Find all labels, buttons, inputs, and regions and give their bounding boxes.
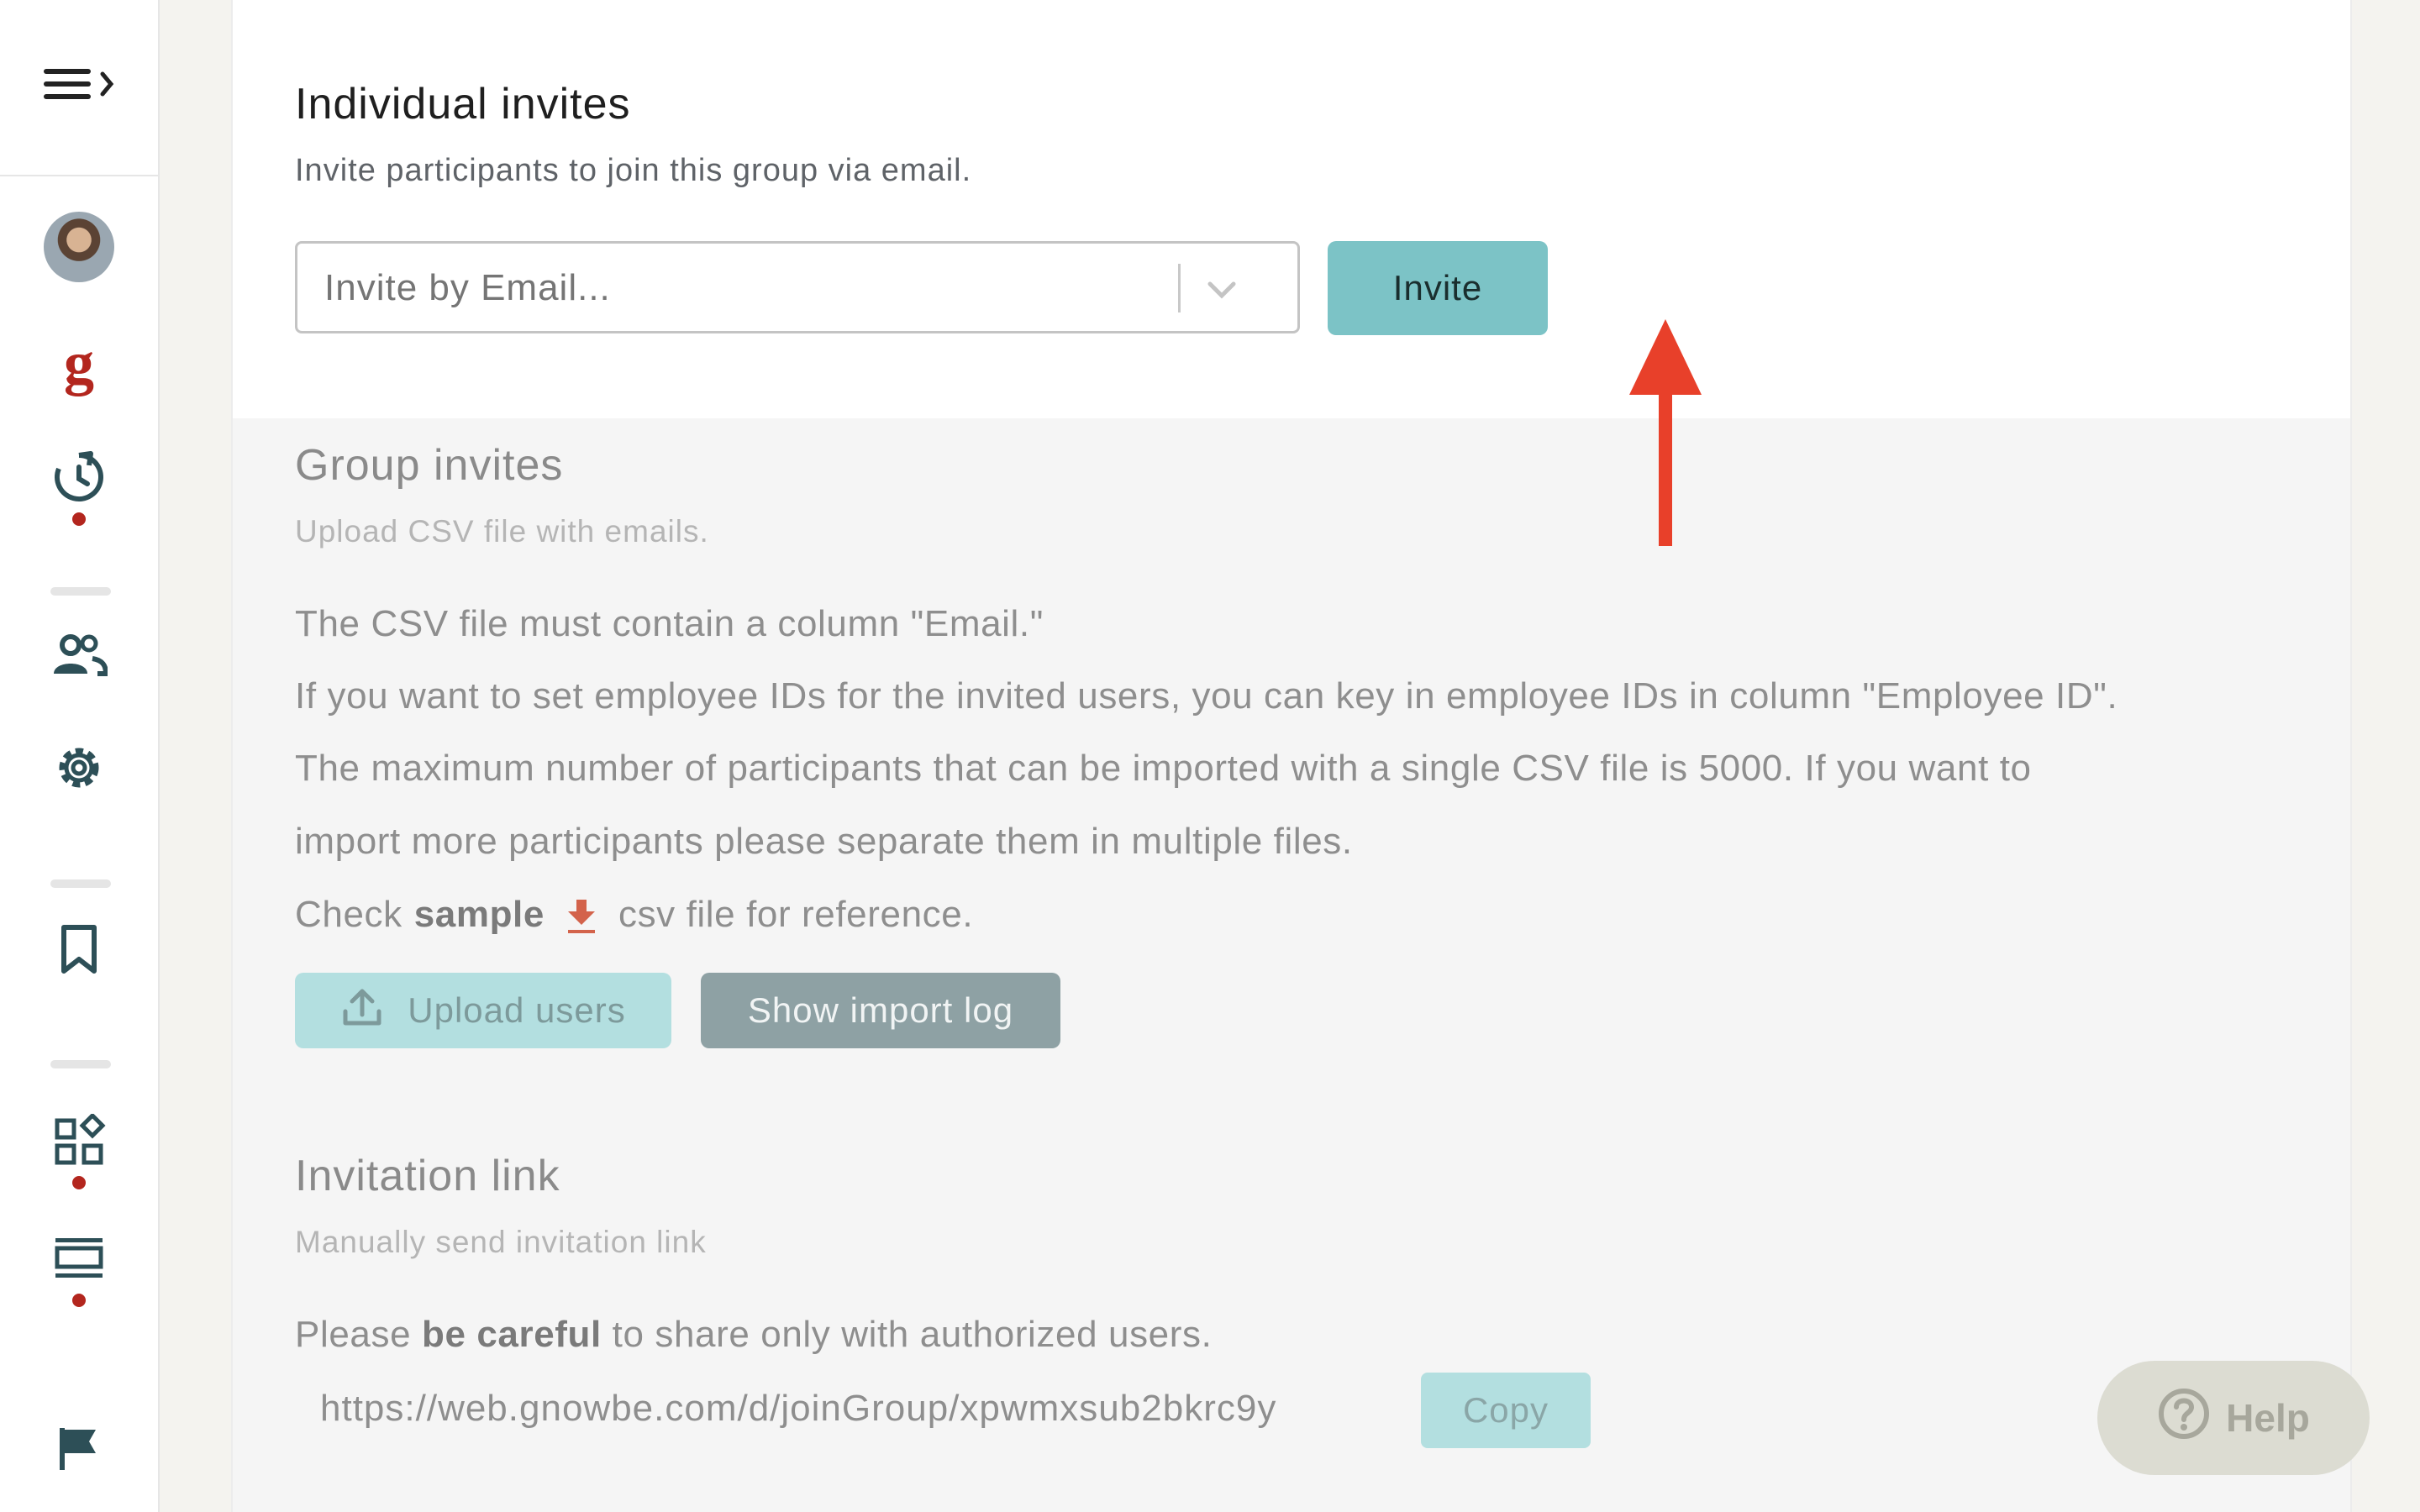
chevron-down-icon[interactable] (1202, 269, 1242, 313)
upload-icon (340, 984, 384, 1037)
individual-invites-subtitle: Invite participants to join this group v… (295, 153, 972, 188)
sidebar-divider (50, 587, 111, 596)
email-input[interactable] (323, 244, 1166, 333)
help-icon (2157, 1387, 2211, 1450)
email-field-divider (1178, 264, 1181, 312)
avatar[interactable] (0, 212, 158, 282)
group-invites-title: Group invites (295, 441, 564, 490)
download-icon[interactable] (563, 895, 600, 935)
widgets-icon[interactable] (0, 1114, 158, 1168)
sidebar-divider (50, 879, 111, 888)
individual-invites-title: Individual invites (295, 80, 631, 129)
sidebar-header (0, 0, 158, 176)
people-icon[interactable] (0, 632, 158, 679)
help-button[interactable]: Help (2097, 1361, 2370, 1475)
csv-sample-line: Check sample csv file for reference. (295, 894, 974, 936)
show-import-log-button[interactable]: Show import log (701, 973, 1060, 1048)
sidebar: g (0, 0, 160, 1512)
share-warning: Please be careful to share only with aut… (295, 1314, 1213, 1355)
individual-invites-section (233, 0, 2350, 418)
gnowbe-logo[interactable]: g (0, 333, 158, 393)
invite-button[interactable]: Invite (1328, 241, 1548, 335)
sidebar-divider (50, 1060, 111, 1068)
history-icon[interactable] (0, 450, 158, 504)
list-view-icon[interactable] (0, 1235, 158, 1282)
invitation-url[interactable]: https://web.gnowbe.com/d/joinGroup/xpwmx… (320, 1388, 1276, 1430)
invitation-link-subtitle: Manually send invitation link (295, 1225, 707, 1259)
copy-button[interactable]: Copy (1421, 1373, 1591, 1448)
group-invites-subtitle: Upload CSV file with emails. (295, 514, 709, 549)
widgets-alert-dot (72, 1176, 86, 1189)
csv-instruction-line: If you want to set employee IDs for the … (295, 675, 2118, 717)
email-invite-field[interactable] (295, 241, 1300, 333)
flag-icon[interactable] (0, 1425, 158, 1472)
history-alert-dot (72, 512, 86, 526)
upload-users-button[interactable]: Upload users (295, 973, 671, 1048)
bookmark-icon[interactable] (0, 922, 158, 976)
invitation-link-title: Invitation link (295, 1152, 560, 1200)
csv-instruction-line: The CSV file must contain a column "Emai… (295, 603, 1044, 644)
invite-panel: Individual invites Invite participants t… (231, 0, 2352, 1512)
csv-instruction-line: import more participants please separate… (295, 821, 1353, 862)
sample-link[interactable]: sample (414, 894, 544, 936)
arrow-annotation-icon (1628, 319, 1703, 613)
menu-expand-icon[interactable] (0, 59, 158, 109)
csv-instruction-line: The maximum number of participants that … (295, 748, 2032, 789)
list-view-alert-dot (72, 1294, 86, 1307)
gear-icon[interactable] (0, 741, 158, 795)
